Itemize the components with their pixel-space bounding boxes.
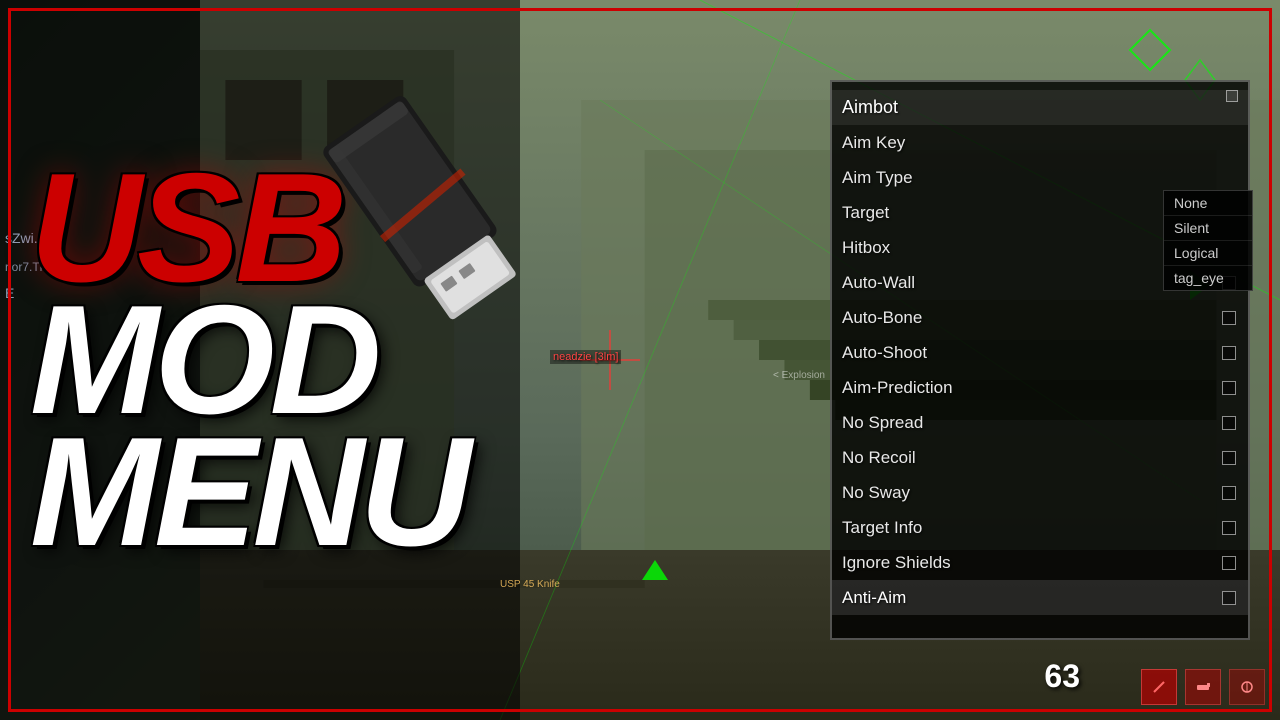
aim-type-label: Aim Type [842, 168, 913, 188]
auto-bone-checkbox[interactable] [1222, 311, 1236, 325]
auto-bone-row[interactable]: Auto-Bone [832, 300, 1248, 335]
icon-gun [1185, 669, 1221, 705]
dropdown-option-logical[interactable]: Logical [1164, 241, 1252, 266]
auto-shoot-checkbox[interactable] [1222, 346, 1236, 360]
ignore-shields-checkbox[interactable] [1222, 556, 1236, 570]
no-sway-checkbox[interactable] [1222, 486, 1236, 500]
mod-menu-panel: Aimbot Aim Key Aim Type None Silent Logi… [830, 80, 1250, 640]
no-recoil-checkbox[interactable] [1222, 451, 1236, 465]
auto-bone-label: Auto-Bone [842, 308, 922, 328]
menu-header-row: Aimbot [832, 90, 1248, 125]
no-spread-row[interactable]: No Spread [832, 405, 1248, 440]
no-recoil-label: No Recoil [842, 448, 916, 468]
auto-shoot-row[interactable]: Auto-Shoot [832, 335, 1248, 370]
icon-knife [1141, 669, 1177, 705]
anti-aim-label: Anti-Aim [842, 588, 906, 608]
menu-header-label: Aimbot [842, 97, 898, 118]
anti-aim-row[interactable]: Anti-Aim [832, 580, 1248, 615]
aim-prediction-checkbox[interactable] [1222, 381, 1236, 395]
aim-type-row[interactable]: Aim Type None Silent Logical tag_eye [832, 160, 1248, 195]
aim-key-row[interactable]: Aim Key [832, 125, 1248, 160]
score-display: 63 [1044, 658, 1080, 695]
target-info-row[interactable]: Target Info [832, 510, 1248, 545]
anti-aim-checkbox[interactable] [1222, 591, 1236, 605]
target-label: Target [842, 203, 889, 223]
explosion-text: < Explosion [773, 370, 825, 381]
auto-shoot-label: Auto-Shoot [842, 343, 927, 363]
no-sway-label: No Sway [842, 483, 910, 503]
no-recoil-row[interactable]: No Recoil [832, 440, 1248, 475]
no-sway-row[interactable]: No Sway [832, 475, 1248, 510]
ignore-shields-row[interactable]: Ignore Shields [832, 545, 1248, 580]
main-container: sZwi... rior7.Th... E USB MOD MENU neadz… [0, 0, 1280, 720]
no-spread-checkbox[interactable] [1222, 416, 1236, 430]
dropdown-option-none[interactable]: None [1164, 191, 1252, 216]
aim-type-dropdown[interactable]: None Silent Logical tag_eye [1163, 190, 1253, 291]
ignore-shields-label: Ignore Shields [842, 553, 951, 573]
hitbox-label: Hitbox [842, 238, 890, 258]
auto-wall-label: Auto-Wall [842, 273, 915, 293]
menu-text: MENU [30, 426, 550, 558]
no-spread-label: No Spread [842, 413, 923, 433]
player-tag: neadzie [3lm] [550, 350, 621, 364]
icon-extra [1229, 669, 1265, 705]
dropdown-option-tageye[interactable]: tag_eye [1164, 266, 1252, 290]
aim-prediction-label: Aim-Prediction [842, 378, 953, 398]
bottom-icons [1141, 669, 1265, 705]
target-info-label: Target Info [842, 518, 922, 538]
aim-key-label: Aim Key [842, 133, 905, 153]
dropdown-option-silent[interactable]: Silent [1164, 216, 1252, 241]
target-info-checkbox[interactable] [1222, 521, 1236, 535]
aim-prediction-row[interactable]: Aim-Prediction [832, 370, 1248, 405]
